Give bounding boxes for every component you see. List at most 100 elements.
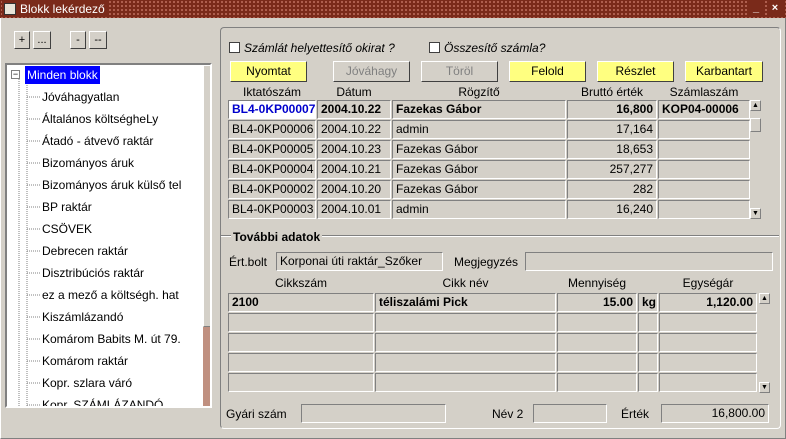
collapse-all-button[interactable]: -- <box>89 31 107 49</box>
brutto-cell[interactable]: 16,800 <box>567 100 657 119</box>
print-button[interactable]: Nyomtat <box>230 61 307 82</box>
rogzito-cell[interactable]: Fazekas Gábor <box>392 140 566 159</box>
detail-button[interactable]: Részlet <box>597 61 674 82</box>
delete-button[interactable]: Töröl <box>421 61 498 82</box>
datum-cell[interactable]: 2004.10.23 <box>317 140 391 159</box>
rogzito-cell[interactable]: Fazekas Gábor <box>392 100 566 119</box>
tree-item[interactable]: BP raktár <box>42 197 92 217</box>
expand-one-button[interactable]: + <box>14 31 30 49</box>
unit-cell[interactable]: kg <box>638 293 658 312</box>
tree-item[interactable]: Jóváhagyatlan <box>42 87 119 107</box>
cikkszam-cell[interactable] <box>228 333 374 352</box>
collapse-one-button[interactable]: - <box>70 31 86 49</box>
summary-invoice-checkbox[interactable]: Összesítő számla? <box>429 40 545 56</box>
cikknev-cell[interactable] <box>375 313 556 332</box>
egysegar-cell[interactable] <box>659 313 757 332</box>
tree-item[interactable]: Bizományos áruk <box>42 153 134 173</box>
cikknev-cell[interactable] <box>375 333 556 352</box>
blocks-table-scrollbar[interactable]: ▲ ▼ <box>750 100 761 219</box>
datum-cell[interactable]: 2004.10.01 <box>317 200 391 219</box>
tree-horizontal-scrollbar[interactable] <box>7 406 203 408</box>
unit-cell[interactable] <box>638 373 658 392</box>
cikknev-cell[interactable]: téliszalámi Pick <box>375 293 556 312</box>
iktatoszam-cell[interactable]: BL4-0KP00007 <box>228 100 316 119</box>
close-button[interactable]: × <box>767 1 783 16</box>
tree-item[interactable]: Bizományos áruk külső tel <box>42 175 181 195</box>
collapse-node-icon[interactable]: − <box>11 70 20 79</box>
items-scroll-down-icon[interactable]: ▼ <box>759 382 770 393</box>
egysegar-cell[interactable] <box>659 373 757 392</box>
mennyiseg-cell[interactable]: 15.00 <box>557 293 637 312</box>
tree-root-item[interactable]: Minden blokk <box>25 66 100 84</box>
unit-cell[interactable] <box>638 333 658 352</box>
tree-item[interactable]: ez a mező a költségh. hat <box>42 285 179 305</box>
egysegar-cell[interactable]: 1,120.00 <box>659 293 757 312</box>
unit-cell[interactable] <box>638 313 658 332</box>
tree-item[interactable]: Átadó - átvevő raktár <box>42 131 153 151</box>
approve-button[interactable]: Jóváhagy <box>333 61 410 82</box>
block-tree[interactable]: − Minden blokk Jóváhagyatlan Általános kö… <box>5 63 212 408</box>
unit-cell[interactable] <box>638 353 658 372</box>
tree-item[interactable]: Kiszámlázandó <box>42 307 123 327</box>
iktatoszam-cell[interactable]: BL4-0KP00006 <box>228 120 316 139</box>
items-table-scrollbar[interactable]: ▲ ▼ <box>759 293 770 393</box>
cikkszam-cell[interactable] <box>228 353 374 372</box>
value-field[interactable]: 16,800.00 <box>661 404 769 423</box>
brutto-cell[interactable]: 17,164 <box>567 120 657 139</box>
brutto-cell[interactable]: 18,653 <box>567 140 657 159</box>
cikknev-cell[interactable] <box>375 353 556 372</box>
tree-item[interactable]: Disztribúciós raktár <box>42 263 144 283</box>
scroll-up-icon[interactable]: ▲ <box>750 100 761 111</box>
cikkszam-cell[interactable]: 2100 <box>228 293 374 312</box>
tree-item[interactable]: CSÖVEK <box>42 219 92 239</box>
brutto-cell[interactable]: 282 <box>567 180 657 199</box>
brutto-cell[interactable]: 16,240 <box>567 200 657 219</box>
tree-item[interactable]: Debrecen raktár <box>42 241 128 261</box>
items-scroll-up-icon[interactable]: ▲ <box>759 293 770 304</box>
tree-item[interactable]: Kopr. SZÁMLÁZANDÓ <box>42 395 163 406</box>
datum-cell[interactable]: 2004.10.22 <box>317 100 391 119</box>
tree-vertical-scrollbar[interactable] <box>203 65 210 406</box>
szamlaszam-cell[interactable]: KOP04-00006 <box>658 100 750 119</box>
scroll-thumb[interactable] <box>750 118 761 132</box>
tree-item[interactable]: Komárom Babits M. út 79. <box>42 329 181 349</box>
datum-cell[interactable]: 2004.10.22 <box>317 120 391 139</box>
mennyiseg-cell[interactable] <box>557 333 637 352</box>
tree-item[interactable]: Komárom raktár <box>42 351 128 371</box>
tree-item[interactable]: Általános költségheLy <box>42 109 158 129</box>
name2-field[interactable] <box>533 404 607 423</box>
expand-all-button[interactable]: ... <box>33 31 51 49</box>
iktatoszam-cell[interactable]: BL4-0KP00002 <box>228 180 316 199</box>
scroll-down-icon[interactable]: ▼ <box>750 208 761 219</box>
rogzito-cell[interactable]: Fazekas Gábor <box>392 160 566 179</box>
iktatoszam-cell[interactable]: BL4-0KP00004 <box>228 160 316 179</box>
rogzito-cell[interactable]: Fazekas Gábor <box>392 180 566 199</box>
maintain-button[interactable]: Karbantart <box>685 61 763 82</box>
szamlaszam-cell[interactable] <box>658 180 750 199</box>
egysegar-cell[interactable] <box>659 333 757 352</box>
brutto-cell[interactable]: 257,277 <box>567 160 657 179</box>
tree-scroll-thumb[interactable] <box>203 65 210 327</box>
szamlaszam-cell[interactable] <box>658 160 750 179</box>
egysegar-cell[interactable] <box>659 353 757 372</box>
cikknev-cell[interactable] <box>375 373 556 392</box>
minimize-button[interactable]: _ <box>748 1 764 16</box>
iktatoszam-cell[interactable]: BL4-0KP00005 <box>228 140 316 159</box>
datum-cell[interactable]: 2004.10.20 <box>317 180 391 199</box>
datum-cell[interactable]: 2004.10.21 <box>317 160 391 179</box>
iktatoszam-cell[interactable]: BL4-0KP00003 <box>228 200 316 219</box>
szamlaszam-cell[interactable] <box>658 200 750 219</box>
cikkszam-cell[interactable] <box>228 313 374 332</box>
tree-item[interactable]: Kopr. szlara váró <box>42 373 132 393</box>
mennyiseg-cell[interactable] <box>557 353 637 372</box>
rogzito-cell[interactable]: admin <box>392 120 566 139</box>
serial-field[interactable] <box>301 404 446 423</box>
release-button[interactable]: Felold <box>509 61 586 82</box>
invoice-substitute-checkbox[interactable]: Számlát helyettesítő okirat ? <box>229 40 395 56</box>
mennyiseg-cell[interactable] <box>557 313 637 332</box>
szamlaszam-cell[interactable] <box>658 140 750 159</box>
rogzito-cell[interactable]: admin <box>392 200 566 219</box>
mennyiseg-cell[interactable] <box>557 373 637 392</box>
note-field[interactable] <box>525 252 773 271</box>
szamlaszam-cell[interactable] <box>658 120 750 139</box>
